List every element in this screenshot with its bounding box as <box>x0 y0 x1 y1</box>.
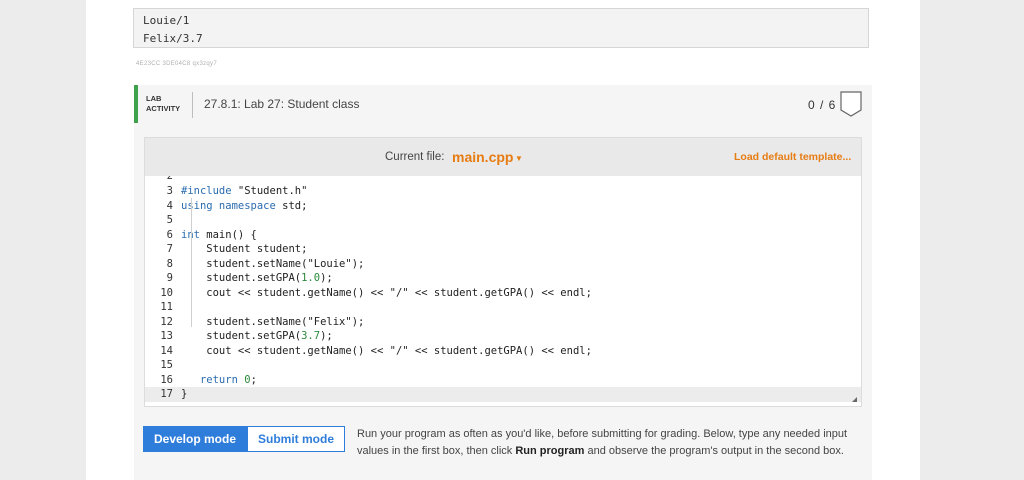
code-line: 2 <box>166 176 173 182</box>
divider <box>192 92 193 118</box>
resize-handle-icon[interactable] <box>852 397 857 402</box>
lab-activity: LAB ACTIVITY 27.8.1: Lab 27: Student cla… <box>134 85 872 480</box>
chevron-down-icon[interactable]: ▼ <box>515 154 523 163</box>
code-line: 16 return 0; <box>160 373 257 386</box>
indent-guide <box>191 198 192 327</box>
code-line: 4 using namespace std; <box>166 199 308 212</box>
current-file-label: Current file: <box>385 151 445 163</box>
code-line: 8 student.setName("Louie"); <box>166 257 365 270</box>
current-file-dropdown[interactable]: main.cpp <box>452 149 513 165</box>
code-line-active: 17} <box>145 387 861 402</box>
code-line: 14 cout << student.getName() << "/" << s… <box>160 344 592 357</box>
develop-mode-button[interactable]: Develop mode <box>143 426 247 452</box>
program-output-box: Louie/1 Felix/3.7 <box>133 8 869 48</box>
code-line: 5 <box>166 214 173 226</box>
code-line: 15 <box>160 359 173 371</box>
code-line: 3 #include "Student.h" <box>166 185 308 197</box>
instructions-text: Run your program as often as you'd like,… <box>357 428 848 457</box>
activity-id: 4E23CC 3DE04C8 qx3zqy7 <box>136 61 217 67</box>
lab-activity-tag: LAB ACTIVITY <box>146 94 181 113</box>
code-line: 6int main() { <box>166 228 257 241</box>
code-line: 12 student.setName("Felix"); <box>160 315 365 328</box>
lab-status-bar <box>134 85 138 123</box>
lab-title: 27.8.1: Lab 27: Student class <box>204 97 360 111</box>
output-line: Felix/3.7 <box>143 32 203 45</box>
code-line: 11 <box>160 301 173 313</box>
output-line: Louie/1 <box>143 14 190 27</box>
mode-toggle: Develop mode Submit mode <box>143 426 345 452</box>
load-default-template-link[interactable]: Load default template... <box>734 151 851 163</box>
code-line: 10 cout << student.getName() << "/" << s… <box>160 286 592 299</box>
code-line: 7 Student student; <box>166 243 308 255</box>
lab-score: 0 / 6 <box>808 98 837 112</box>
submit-mode-button[interactable]: Submit mode <box>247 426 345 452</box>
code-editor[interactable]: Current file: main.cpp ▼ Load default te… <box>144 137 862 407</box>
completion-shield-icon <box>840 91 862 117</box>
code-line: 13 student.setGPA(3.7); <box>160 330 333 342</box>
editor-header: Current file: main.cpp ▼ Load default te… <box>145 138 861 176</box>
code-line: 9 student.setGPA(1.0); <box>166 272 333 284</box>
code-area[interactable]: 2 3 #include "Student.h" 4 using namespace… <box>145 176 861 402</box>
page: Louie/1 Felix/3.7 4E23CC 3DE04C8 qx3zqy7… <box>86 0 920 480</box>
